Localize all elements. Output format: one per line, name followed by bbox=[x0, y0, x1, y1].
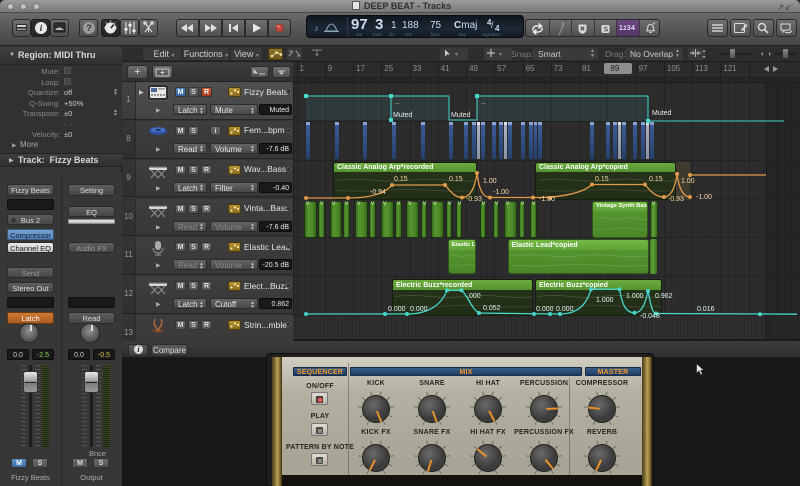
svg-text:--: -- bbox=[481, 101, 486, 108]
svg-text:1.000: 1.000 bbox=[596, 297, 614, 304]
svg-text:▾: ▾ bbox=[455, 52, 458, 58]
svg-text:-0.94: -0.94 bbox=[370, 189, 386, 196]
svg-text:--: -- bbox=[395, 101, 400, 108]
svg-text:0.000: 0.000 bbox=[536, 306, 554, 313]
svg-text:-1.00: -1.00 bbox=[696, 194, 712, 201]
svg-text:0.15: 0.15 bbox=[449, 176, 463, 183]
svg-text:-0.048: -0.048 bbox=[640, 313, 660, 320]
svg-text:♪: ♪ bbox=[314, 23, 319, 33]
svg-text:Muted: Muted bbox=[451, 112, 471, 119]
svg-text:-1.00: -1.00 bbox=[539, 196, 555, 203]
svg-text:0.000: 0.000 bbox=[410, 306, 428, 313]
svg-text:0.15: 0.15 bbox=[394, 176, 408, 183]
svg-text:.000: .000 bbox=[467, 293, 481, 300]
svg-text:0.000: 0.000 bbox=[388, 306, 406, 313]
svg-text:0.962: 0.962 bbox=[655, 293, 673, 300]
svg-text:-0.93: -0.93 bbox=[668, 196, 684, 203]
svg-text:0.15: 0.15 bbox=[595, 176, 609, 183]
svg-text:S: S bbox=[604, 27, 609, 34]
svg-text:1.00: 1.00 bbox=[483, 178, 497, 185]
svg-text:▾: ▾ bbox=[499, 52, 502, 58]
svg-text:1.00: 1.00 bbox=[681, 178, 695, 185]
svg-text:Muted: Muted bbox=[652, 110, 672, 117]
svg-text:0.15: 0.15 bbox=[649, 176, 663, 183]
svg-text:-1.00: -1.00 bbox=[493, 189, 509, 196]
svg-text:0.052: 0.052 bbox=[483, 305, 501, 312]
svg-text:0.016: 0.016 bbox=[697, 306, 715, 313]
svg-text:1.000: 1.000 bbox=[626, 293, 644, 300]
svg-text:Muted: Muted bbox=[393, 112, 413, 119]
svg-text:0.000: 0.000 bbox=[556, 306, 574, 313]
svg-text:-0.93: -0.93 bbox=[466, 196, 482, 203]
